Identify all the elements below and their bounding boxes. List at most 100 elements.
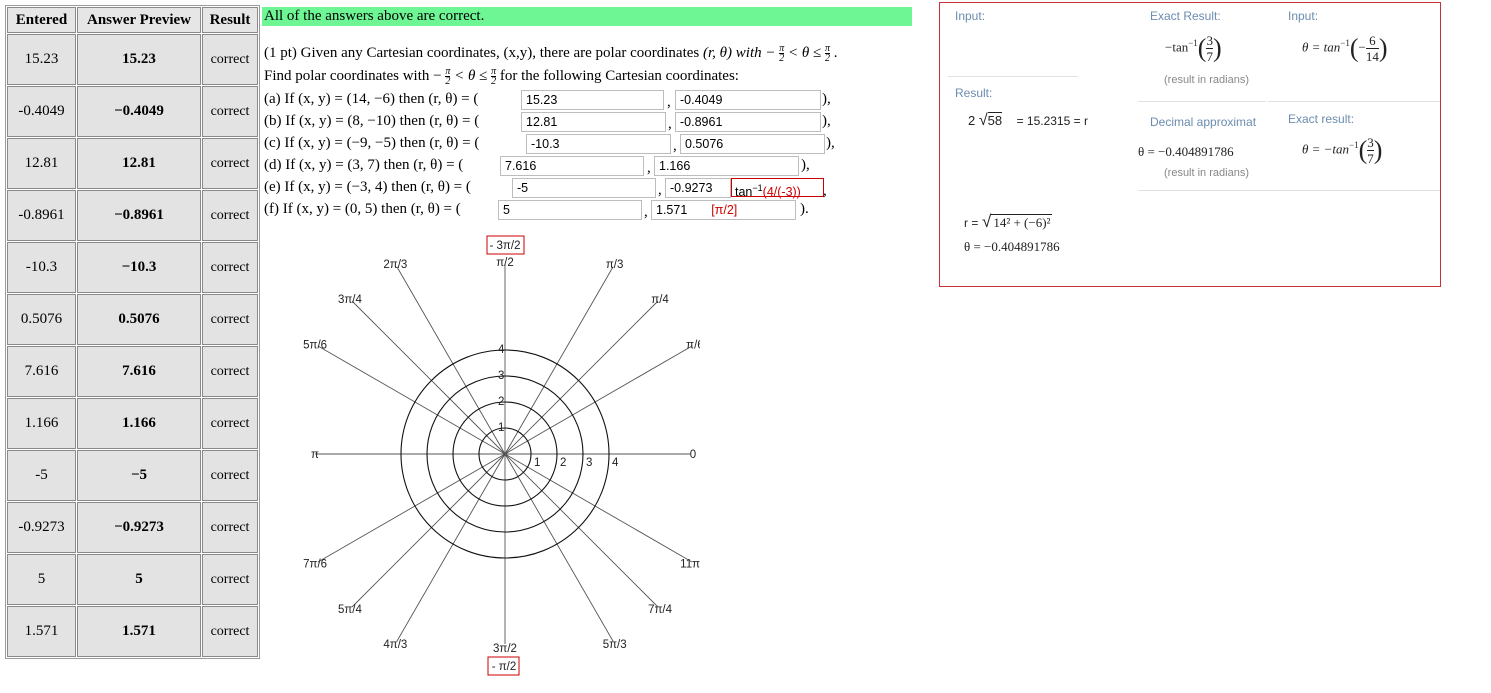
angle-label: 2π/3 [383, 259, 407, 271]
header-answer-preview: Answer Preview [77, 7, 201, 33]
polar-spoke [396, 266, 506, 455]
part-f-theta-input[interactable]: 1.571 [π/2] [651, 200, 796, 220]
entered-cell: -0.4049 [7, 86, 76, 137]
result-cell: correct [202, 502, 258, 553]
entered-cell: -5 [7, 450, 76, 501]
angle-label: 7π/4 [648, 604, 673, 616]
table-row: 1.166 1.166 correct [7, 398, 258, 449]
radius-label: 1 [534, 457, 540, 469]
part-f-hint: [π/2] [711, 203, 738, 217]
entered-cell: -10.3 [7, 242, 76, 293]
comma: , [823, 183, 827, 199]
entered-cell: 0.5076 [7, 294, 76, 345]
part-b-r-input[interactable]: 12.81 [521, 112, 666, 132]
part-c-r-input[interactable]: -10.3 [526, 134, 671, 154]
result-cell: correct [202, 398, 258, 449]
part-a-label: (a) If (x, y) = (14, −6) then (r, θ) = ( [264, 91, 479, 107]
radius-label: 3 [498, 370, 504, 382]
table-row: 5 5 correct [7, 554, 258, 605]
radians-note: (result in radians) [1164, 74, 1249, 86]
table-row: -5 −5 correct [7, 450, 258, 501]
result-cell: correct [202, 190, 258, 241]
part-b-label: (b) If (x, y) = (8, −10) then (r, θ) = ( [264, 113, 480, 129]
answer-preview-cell: 5 [77, 554, 201, 605]
polar-spoke [504, 453, 693, 563]
answer-preview-cell: −0.8961 [77, 190, 201, 241]
angle-label: 3π/2 [493, 643, 517, 655]
part-b-theta-input[interactable]: -0.8961 [675, 112, 821, 132]
close-paren-final: ). [800, 201, 809, 217]
result-cell: correct [202, 294, 258, 345]
table-row: -10.3 −10.3 correct [7, 242, 258, 293]
entered-cell: 7.616 [7, 346, 76, 397]
answer-preview-cell: −10.3 [77, 242, 201, 293]
neg-pi-over-2-label: - π/2 [492, 661, 517, 673]
angle-label: π/2 [496, 257, 514, 269]
exact-result2-value: θ = −tan−1(3 7) [1302, 135, 1383, 166]
divider [1138, 101, 1266, 102]
angle-label: 5π/3 [603, 639, 627, 651]
polar-spoke [396, 453, 506, 642]
r-formula: r = √ 14² + (−6)² [964, 212, 1053, 231]
comma: , [668, 116, 672, 132]
divider [1138, 190, 1440, 191]
radius-label: 1 [498, 422, 504, 434]
polar-spoke [504, 453, 659, 608]
input2-label: Input: [1288, 9, 1319, 23]
angle-label: π [311, 449, 319, 461]
angle-label: 11π/6 [680, 559, 700, 571]
divider [948, 76, 1078, 77]
radius-label: 4 [612, 457, 619, 469]
part-d-r-input[interactable]: 7.616 [500, 156, 644, 176]
answer-preview-cell: −0.4049 [77, 86, 201, 137]
part-c-theta-input[interactable]: 0.5076 [680, 134, 825, 154]
angle-label: 5π/4 [338, 604, 363, 616]
part-f-label: (f) If (x, y) = (0, 5) then (r, θ) = ( [264, 201, 461, 217]
entered-cell: 12.81 [7, 138, 76, 189]
comma: , [644, 204, 648, 220]
part-e-hint: tan−1(4/(-3)) [731, 178, 824, 199]
entered-cell: 1.166 [7, 398, 76, 449]
table-row: -0.8961 −0.8961 correct [7, 190, 258, 241]
part-d-theta-input[interactable]: 1.166 [654, 156, 799, 176]
input-label: Input: [955, 9, 986, 23]
entered-cell: 5 [7, 554, 76, 605]
entered-cell: -0.9273 [7, 502, 76, 553]
angle-label: 3π/4 [338, 294, 363, 306]
part-a-r-input[interactable]: 15.23 [521, 90, 664, 110]
result-label: Result: [955, 86, 993, 100]
problem-instruction-line: Find polar coordinates with − π2 < θ ≤ π… [264, 66, 739, 87]
decimal-approx-label: Decimal approximat [1150, 115, 1257, 129]
entered-cell: -0.8961 [7, 190, 76, 241]
angle-label: π/3 [606, 259, 624, 271]
close-paren: ), [822, 113, 831, 129]
comma: , [667, 94, 671, 110]
result-cell: correct [202, 138, 258, 189]
answer-preview-cell: 7.616 [77, 346, 201, 397]
close-paren: ), [826, 135, 835, 151]
exact-result-label: Exact Result: [1150, 9, 1221, 23]
wolfram-result-panel: Input: Exact Result: Input: −tan−1(3 7) θ… [939, 2, 1441, 287]
close-paren: ), [822, 91, 831, 107]
part-f-r-input[interactable]: 5 [498, 200, 642, 220]
header-entered: Entered [7, 7, 76, 33]
table-row: -0.9273 −0.9273 correct [7, 502, 258, 553]
part-e-r-input[interactable]: -5 [512, 178, 656, 198]
result-cell: correct [202, 86, 258, 137]
angle-label: π/4 [651, 294, 669, 306]
polar-spoke [504, 345, 693, 455]
answer-preview-cell: 1.571 [77, 606, 201, 657]
polar-spoke [351, 300, 506, 455]
entered-cell: 15.23 [7, 34, 76, 85]
radius-label: 4 [498, 344, 505, 356]
polar-spoke [504, 266, 614, 455]
answer-preview-cell: 12.81 [77, 138, 201, 189]
part-a-theta-input[interactable]: -0.4049 [675, 90, 821, 110]
answer-preview-cell: 0.5076 [77, 294, 201, 345]
radius-label: 2 [560, 457, 566, 469]
result-cell: correct [202, 34, 258, 85]
divider [1268, 101, 1440, 102]
answer-preview-cell: −0.9273 [77, 502, 201, 553]
table-row: 1.571 1.571 correct [7, 606, 258, 657]
part-e-theta-input[interactable]: -0.9273 [665, 178, 731, 198]
